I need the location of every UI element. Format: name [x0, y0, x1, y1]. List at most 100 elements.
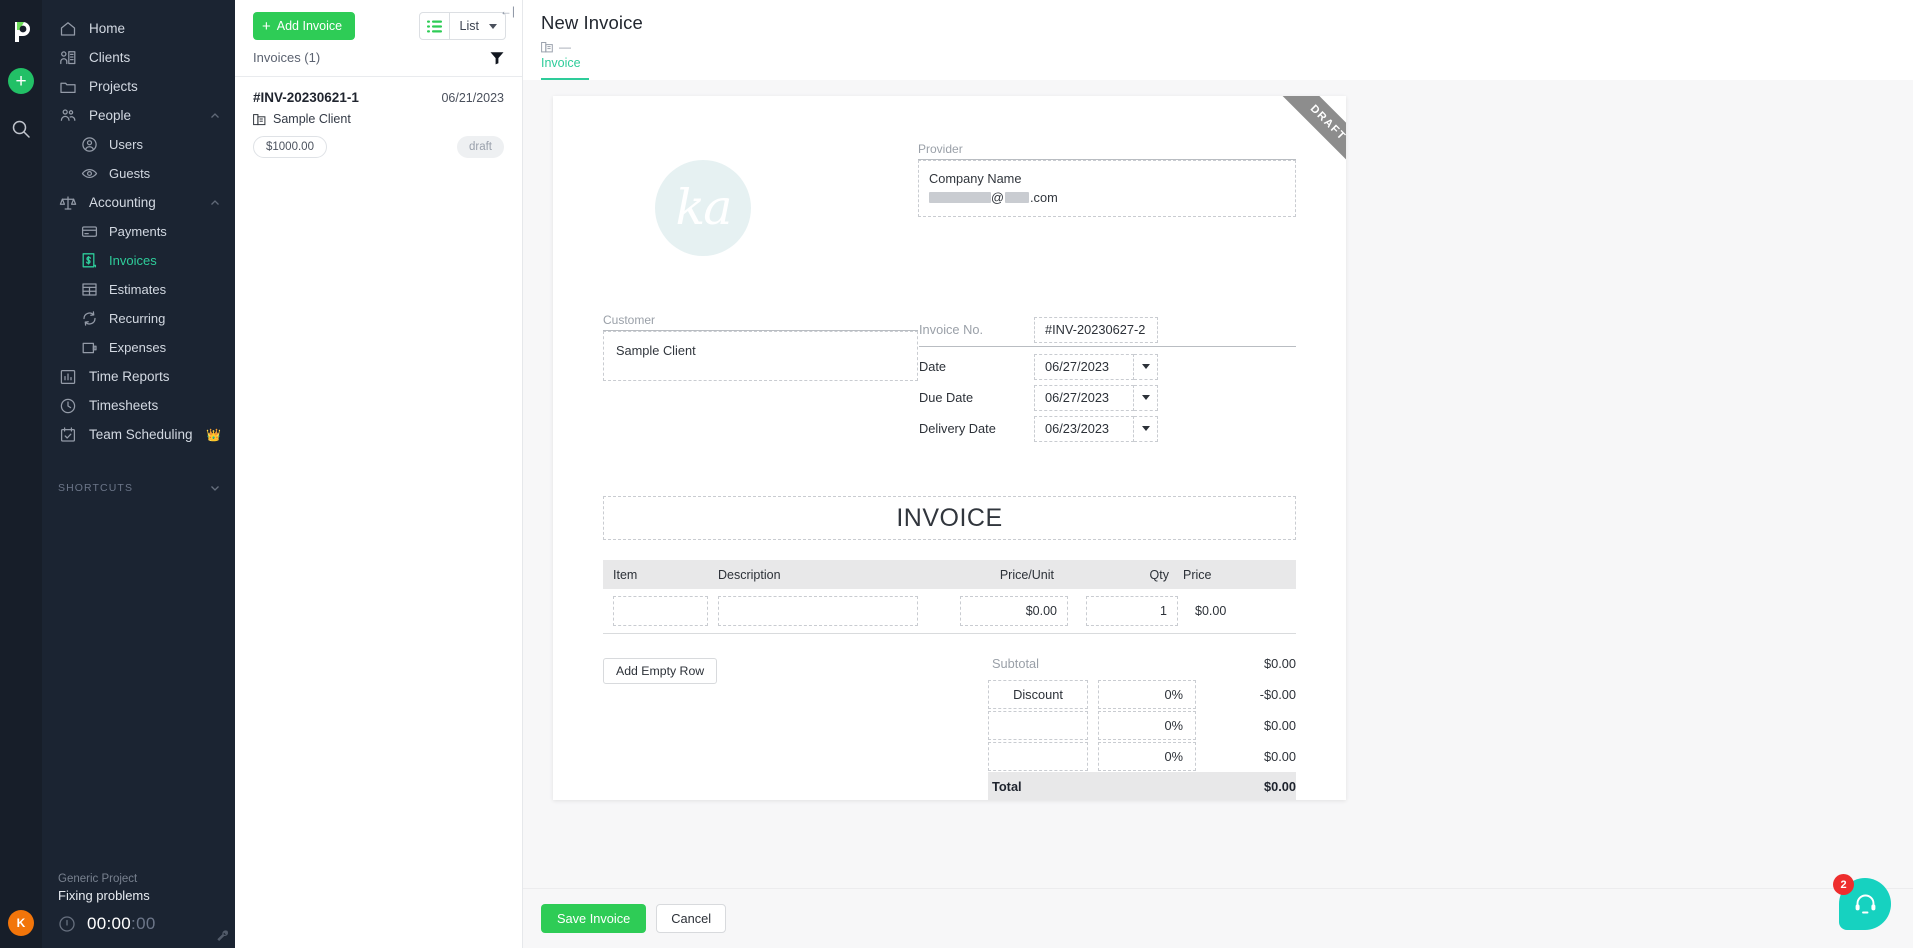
invoice-count-label: Invoices (1)	[253, 50, 321, 65]
sidebar-item-users[interactable]: Users	[42, 130, 235, 159]
chevron-up-icon[interactable]	[209, 110, 221, 122]
chevron-down-icon	[1141, 426, 1150, 431]
meta-value[interactable]: 06/27/2023	[1034, 353, 1134, 380]
redacted-email-user	[929, 192, 991, 204]
cell-description	[718, 596, 928, 626]
items-table-header: Item Description Price/Unit Qty Price	[603, 560, 1296, 589]
sidebar-item-expenses[interactable]: Expenses	[42, 333, 235, 362]
save-invoice-button[interactable]: Save Invoice	[541, 904, 647, 933]
collapse-panel-icon[interactable]: ←|	[500, 4, 515, 18]
sidebar-item-label: Team Scheduling	[89, 427, 193, 442]
customer-field[interactable]: Sample Client	[603, 331, 918, 381]
totals-row: Subtotal $0.00	[988, 648, 1296, 679]
add-invoice-button[interactable]: + Add Invoice	[253, 12, 356, 40]
sidebar-shortcuts-header[interactable]: SHORTCUTS	[42, 471, 235, 505]
totals-name-input[interactable]	[988, 742, 1088, 771]
invoice-client-row: Sample Client	[253, 112, 504, 126]
settings-wrench-icon[interactable]	[216, 929, 229, 942]
column-header-price: Price	[1183, 567, 1212, 582]
home-icon	[58, 19, 78, 39]
totals-name-input[interactable]: Discount	[988, 680, 1088, 709]
building-icon	[253, 113, 266, 126]
eye-icon	[79, 164, 99, 184]
tab-invoice[interactable]: Invoice	[541, 56, 589, 80]
meta-value[interactable]: 06/27/2023	[1034, 384, 1134, 411]
sidebar-item-label: Clients	[89, 50, 131, 65]
app-logo[interactable]	[8, 18, 34, 44]
invoice-title-field[interactable]: INVOICE	[603, 496, 1296, 540]
sidebar-item-timesheets[interactable]: Timesheets	[42, 391, 235, 420]
sidebar-item-people[interactable]: People	[42, 101, 235, 130]
price-unit-input[interactable]: $0.00	[960, 596, 1068, 626]
qty-input[interactable]: 1	[1086, 596, 1178, 626]
provider-label: Provider	[918, 142, 1296, 160]
view-mode-value: List	[459, 19, 479, 33]
invoice-client-name: Sample Client	[273, 112, 351, 126]
app-root: + K Home Clients Projects People Users Guests…	[0, 0, 1913, 948]
date-picker-dropdown[interactable]	[1134, 384, 1158, 411]
chevron-up-icon[interactable]	[209, 197, 221, 209]
provider-field[interactable]: Company Name @ .com	[918, 160, 1296, 218]
sidebar-item-label: Users	[109, 137, 143, 152]
support-chat-button[interactable]: 2	[1833, 874, 1891, 930]
totals-amount: $0.00	[1263, 656, 1296, 671]
totals-pct-input[interactable]: 0%	[1098, 711, 1196, 740]
item-input[interactable]	[613, 596, 708, 626]
sidebar-item-label: Home	[89, 21, 126, 36]
quick-add-button[interactable]: +	[8, 68, 34, 94]
status-badge: draft	[456, 136, 504, 158]
sidebar-item-guests[interactable]: Guests	[42, 159, 235, 188]
sidebar-item-estimates[interactable]: Estimates	[42, 275, 235, 304]
meta-value[interactable]: 06/23/2023	[1034, 415, 1134, 442]
meta-value[interactable]: #INV-20230627-2	[1034, 316, 1158, 343]
description-input[interactable]	[718, 596, 918, 626]
invoice-list-item[interactable]: #INV-20230621-1 06/21/2023 Sample Client…	[235, 77, 522, 172]
totals-name-cell: Discount	[988, 680, 1098, 709]
timer-play-icon[interactable]	[58, 915, 76, 933]
chevron-down-icon	[209, 482, 221, 494]
sidebar-item-payments[interactable]: Payments	[42, 217, 235, 246]
timer-row[interactable]: 00:00:00	[58, 914, 219, 934]
column-header-item: Item	[613, 567, 638, 582]
sidebar-item-label: Payments	[109, 224, 167, 239]
add-invoice-label: Add Invoice	[276, 19, 343, 33]
sidebar-item-recurring[interactable]: Recurring	[42, 304, 235, 333]
cancel-button[interactable]: Cancel	[656, 904, 727, 933]
totals-pct-input[interactable]: 0%	[1098, 742, 1196, 771]
sidebar-item-time-reports[interactable]: Time Reports	[42, 362, 235, 391]
refresh-icon	[79, 309, 99, 329]
totals-pct-cell: 0%	[1098, 680, 1203, 709]
sidebar-item-accounting[interactable]: Accounting	[42, 188, 235, 217]
building-icon	[541, 41, 553, 53]
totals-amount: $0.00	[1263, 749, 1296, 764]
sidebar-item-projects[interactable]: Projects	[42, 72, 235, 101]
items-divider	[603, 633, 1296, 634]
totals-amount: $0.00	[1263, 718, 1296, 733]
timer-widget: Generic Project Fixing problems 00:00:00	[42, 873, 235, 942]
timer-sec: :00	[131, 914, 156, 933]
totals-pct-input[interactable]: 0%	[1098, 680, 1196, 709]
search-icon[interactable]	[10, 118, 32, 140]
list-view-icon[interactable]	[420, 13, 450, 39]
clock-icon	[58, 396, 78, 416]
totals-name-input[interactable]	[988, 711, 1088, 740]
avatar[interactable]: K	[8, 910, 34, 936]
sidebar-item-home[interactable]: Home	[42, 14, 235, 43]
totals-row: 0% $0.00	[988, 710, 1296, 741]
sidebar-item-clients[interactable]: Clients	[42, 43, 235, 72]
meta-row-due-date: Due Date 06/27/2023	[919, 382, 1296, 413]
page-title: New Invoice	[541, 12, 643, 33]
view-mode-select[interactable]: List	[450, 13, 505, 39]
date-picker-dropdown[interactable]	[1134, 353, 1158, 380]
invoice-item-top: #INV-20230621-1 06/21/2023	[253, 90, 504, 105]
sidebar-item-label: Projects	[89, 79, 138, 94]
date-picker-dropdown[interactable]	[1134, 415, 1158, 442]
filter-icon[interactable]	[490, 51, 504, 65]
company-logo[interactable]: ka	[655, 160, 751, 256]
view-mode-toggle: List	[418, 12, 506, 40]
sidebar-item-team-scheduling[interactable]: Team Scheduling 👑	[42, 420, 235, 449]
add-empty-row-button[interactable]: Add Empty Row	[603, 658, 718, 684]
meta-row-date: Date 06/27/2023	[919, 351, 1296, 382]
total-row: Total $0.00	[988, 772, 1296, 800]
sidebar-item-invoices[interactable]: Invoices	[42, 246, 235, 275]
